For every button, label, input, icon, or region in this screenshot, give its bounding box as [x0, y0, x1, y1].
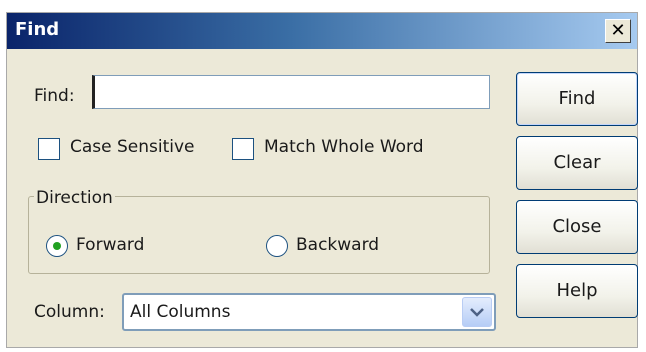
case-sensitive-label: Case Sensitive	[70, 137, 195, 157]
backward-radio[interactable]	[266, 235, 288, 257]
forward-radio[interactable]	[46, 235, 68, 257]
match-whole-word-label: Match Whole Word	[264, 137, 424, 157]
dropdown-arrow-button[interactable]	[462, 297, 492, 327]
find-input[interactable]	[92, 75, 490, 109]
close-icon: ✕	[610, 20, 626, 41]
match-whole-word-checkbox[interactable]	[232, 138, 254, 160]
find-label: Find:	[34, 86, 75, 106]
backward-label: Backward	[296, 235, 380, 255]
help-button[interactable]: Help	[516, 264, 638, 318]
find-button[interactable]: Find	[516, 72, 638, 126]
column-label: Column:	[34, 302, 105, 322]
close-window-button[interactable]: ✕	[605, 19, 631, 43]
column-selected-value: All Columns	[130, 302, 231, 322]
close-button[interactable]: Close	[516, 200, 638, 254]
title-bar[interactable]: Find ✕	[7, 13, 637, 49]
column-select[interactable]: All Columns	[122, 293, 496, 331]
case-sensitive-checkbox[interactable]	[38, 138, 60, 160]
radio-selected-dot	[53, 242, 61, 250]
chevron-down-icon	[470, 308, 484, 317]
clear-button[interactable]: Clear	[516, 136, 638, 190]
forward-label: Forward	[76, 235, 145, 255]
window-title: Find	[15, 19, 60, 40]
direction-legend: Direction	[34, 188, 115, 208]
